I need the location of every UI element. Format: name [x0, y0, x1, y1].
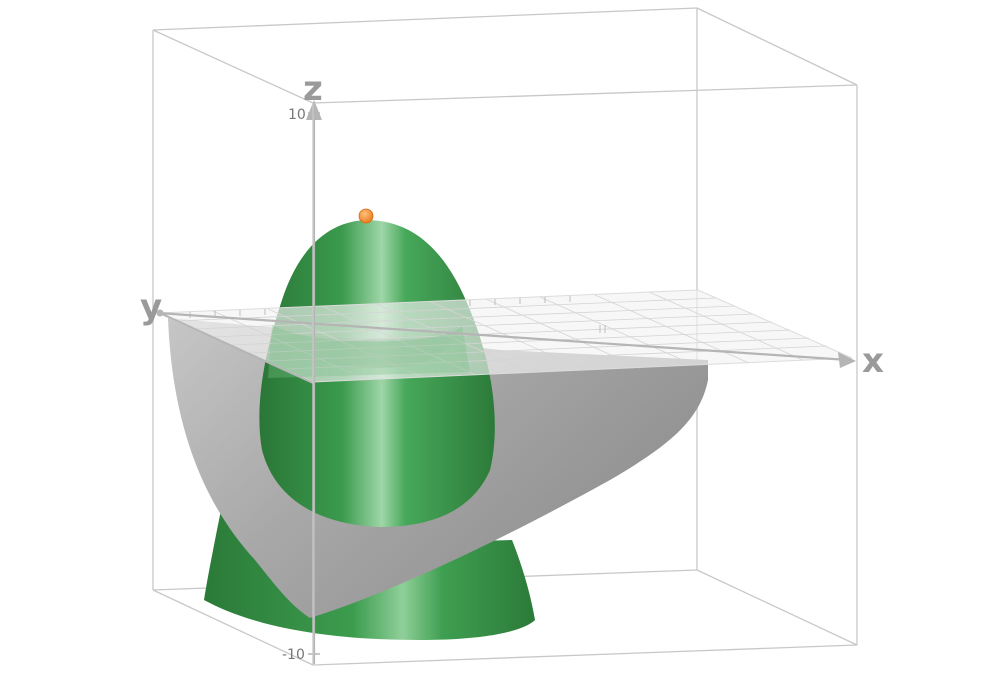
z-axis-min-tick-label: -10	[282, 647, 305, 663]
3d-graph-view[interactable]: x y z 10 -10	[0, 0, 987, 684]
z-axis-max-tick-label: 10	[288, 107, 306, 123]
y-axis-label: y	[140, 287, 162, 327]
apex-point[interactable]	[358, 208, 374, 224]
z-axis-label: z	[303, 69, 323, 109]
x-axis-arrowhead	[838, 352, 856, 368]
x-axis-label: x	[862, 341, 884, 381]
